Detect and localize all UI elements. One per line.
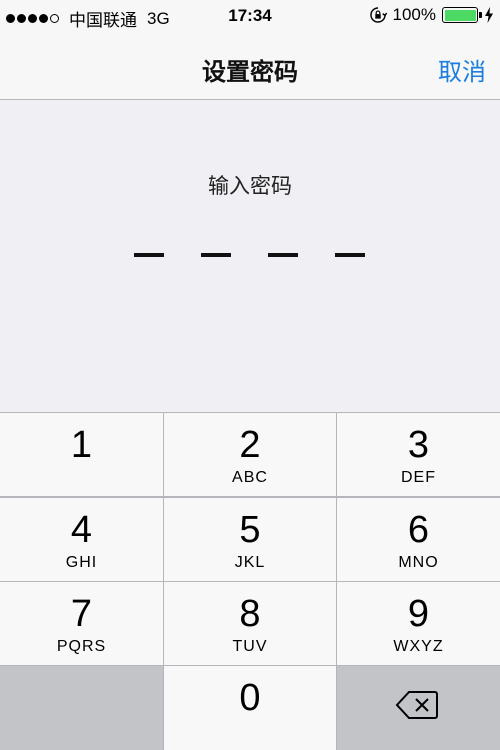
keypad-key-9[interactable]: 9 WXYZ bbox=[337, 582, 500, 665]
keypad-blank-key bbox=[0, 666, 163, 750]
page-title: 设置密码 bbox=[202, 59, 298, 86]
key-letters: PQRS bbox=[56, 638, 107, 655]
key-letters: DEF bbox=[401, 469, 436, 486]
key-letters: TUV bbox=[232, 638, 268, 655]
passcode-area: 输入密码 bbox=[0, 100, 500, 412]
key-digit: 3 bbox=[407, 424, 430, 466]
keypad-key-5[interactable]: 5 JKL bbox=[164, 498, 336, 581]
navigation-bar: 设置密码 取消 bbox=[0, 34, 500, 100]
key-digit: 2 bbox=[239, 424, 261, 466]
keypad-key-1[interactable]: 1 bbox=[0, 413, 163, 496]
key-digit: 9 bbox=[407, 593, 430, 635]
cancel-button[interactable]: 取消 bbox=[438, 52, 486, 87]
key-digit: 0 bbox=[239, 677, 261, 719]
key-digit: 7 bbox=[70, 593, 93, 635]
keypad-key-4[interactable]: 4 GHI bbox=[0, 498, 163, 581]
key-letters: MNO bbox=[398, 554, 439, 571]
key-letters: ABC bbox=[232, 469, 268, 486]
key-digit: 8 bbox=[239, 593, 261, 635]
passcode-digit-slot bbox=[201, 253, 231, 257]
key-digit: 1 bbox=[70, 424, 93, 466]
key-digit: 4 bbox=[70, 509, 93, 551]
delete-button[interactable] bbox=[337, 666, 500, 750]
keypad-key-8[interactable]: 8 TUV bbox=[164, 582, 336, 665]
battery-icon bbox=[442, 7, 482, 23]
battery-level bbox=[444, 9, 476, 21]
delete-backspace-icon bbox=[395, 691, 438, 719]
passcode-prompt: 输入密码 bbox=[208, 175, 292, 198]
key-digit: 5 bbox=[239, 509, 261, 551]
keypad-key-2[interactable]: 2 ABC bbox=[164, 413, 336, 496]
key-digit: 6 bbox=[407, 509, 430, 551]
keypad-key-6[interactable]: 6 MNO bbox=[337, 498, 500, 581]
passcode-digit-slot bbox=[335, 253, 365, 257]
key-letters: JKL bbox=[234, 554, 266, 571]
keypad-key-3[interactable]: 3 DEF bbox=[337, 413, 500, 496]
orientation-lock-icon bbox=[369, 7, 387, 23]
charging-bolt-icon bbox=[485, 7, 493, 23]
key-letters: WXYZ bbox=[393, 638, 444, 655]
battery-tip bbox=[479, 12, 482, 18]
passcode-digit-slot bbox=[134, 253, 164, 257]
battery-percent: 100% bbox=[392, 5, 436, 24]
status-right: 100% bbox=[369, 5, 494, 25]
status-bar: 中国联通 3G 17:34 100% bbox=[0, 0, 500, 34]
numeric-keypad: 1 2 ABC 3 DEF 4 GHI 5 JKL 6 MNO 7 PQRS 8 TUV 9 WXYZ 0 bbox=[0, 412, 500, 750]
keypad-key-7[interactable]: 7 PQRS bbox=[0, 582, 163, 665]
key-letters: GHI bbox=[65, 554, 98, 571]
passcode-digit-slot bbox=[268, 253, 298, 257]
keypad-key-0[interactable]: 0 bbox=[164, 666, 336, 750]
